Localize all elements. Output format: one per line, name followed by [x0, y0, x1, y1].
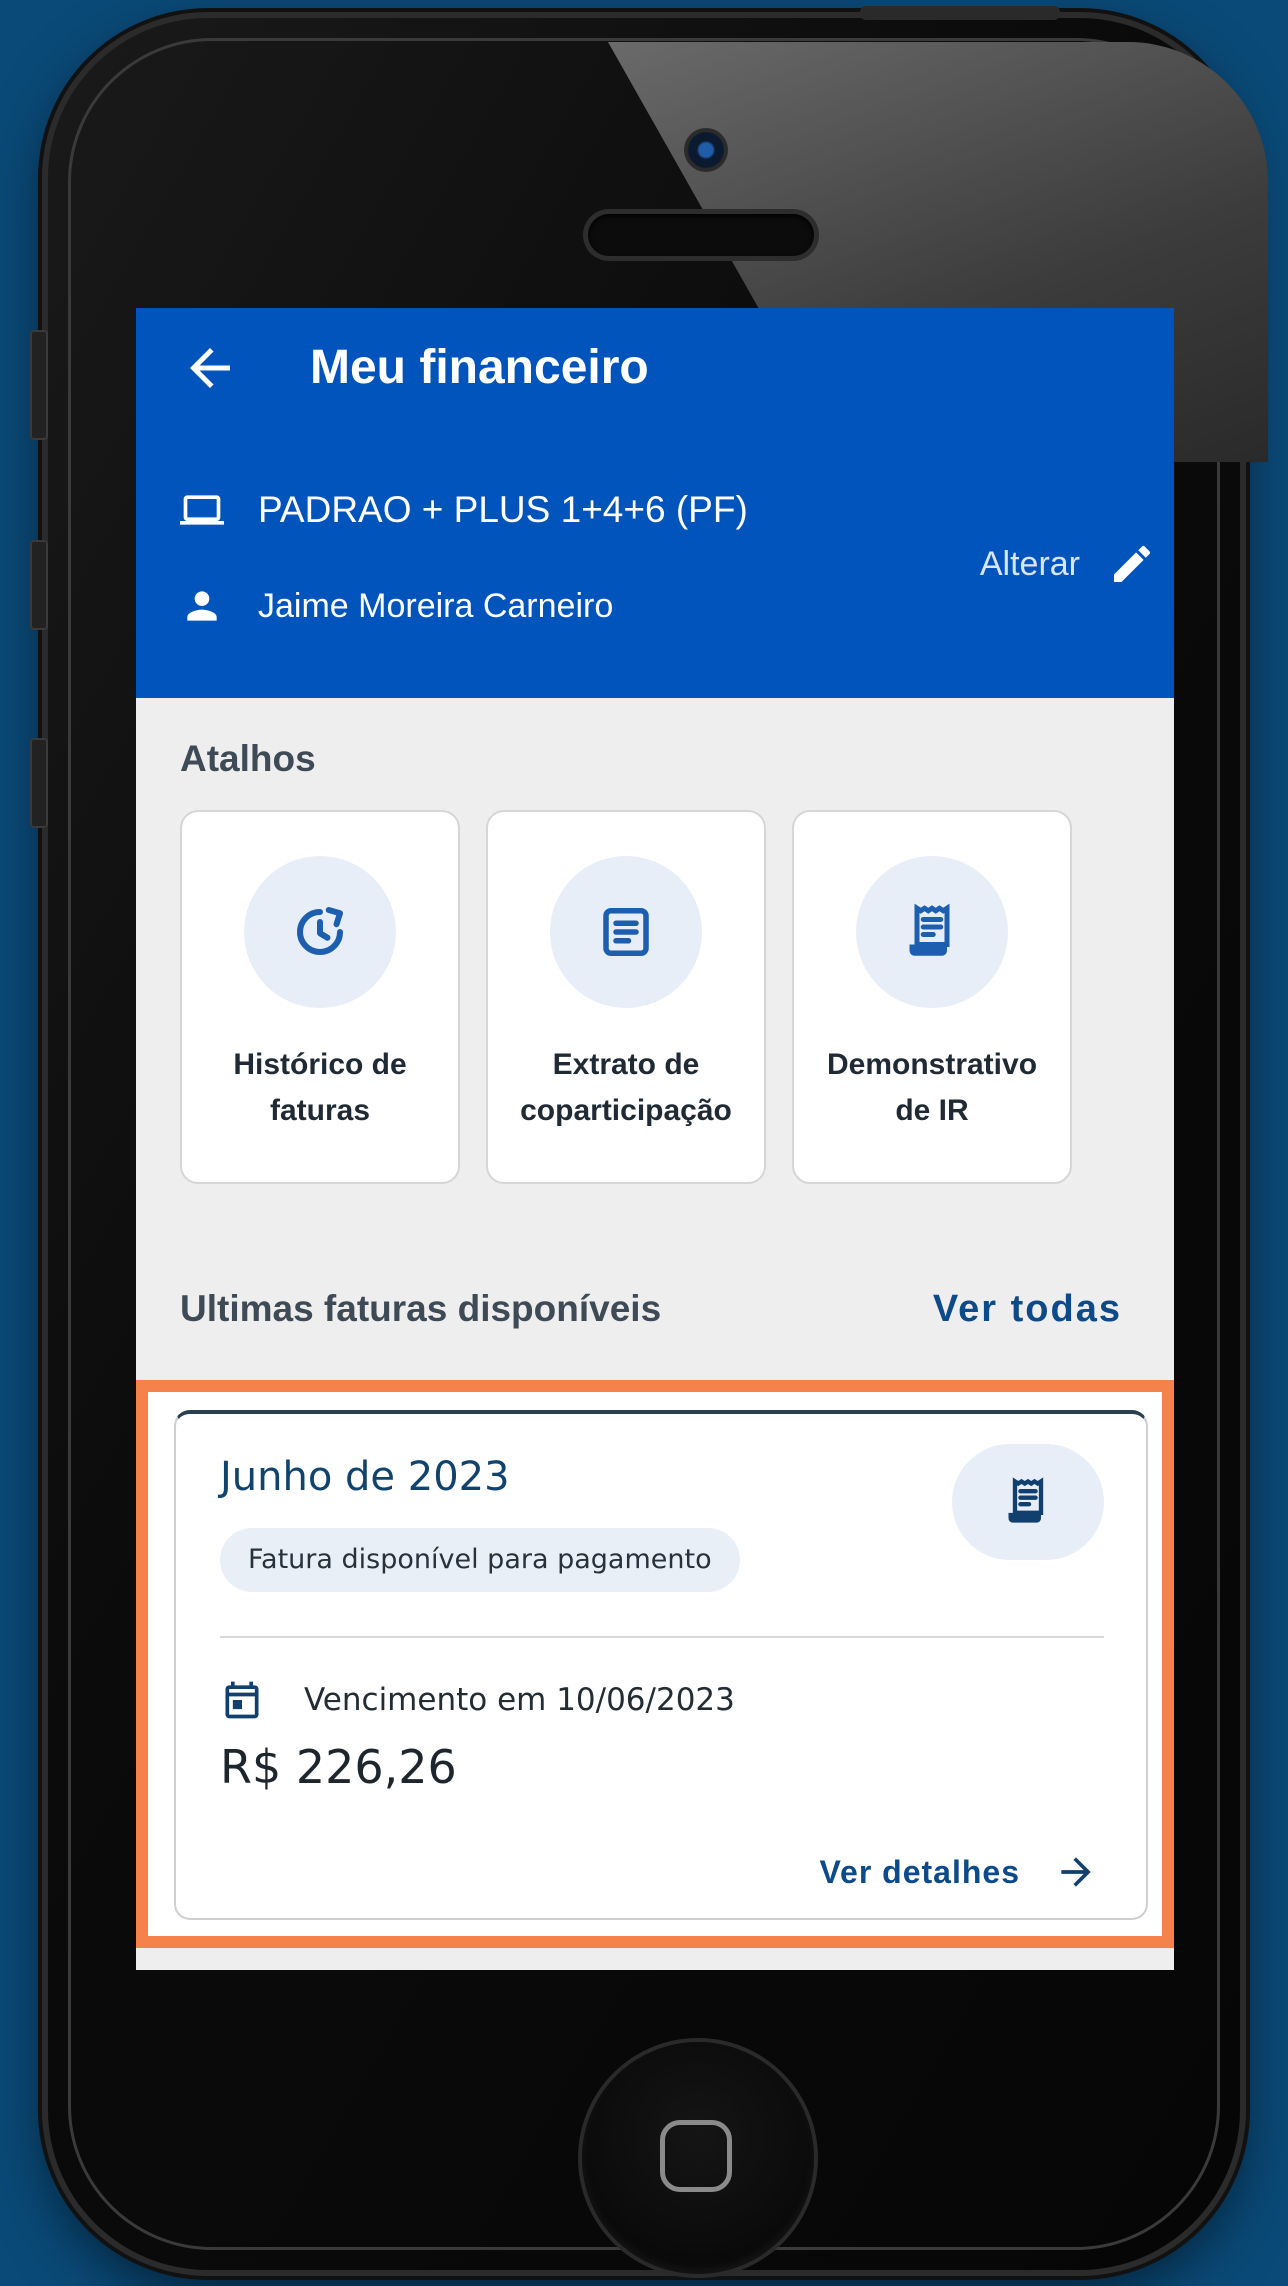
invoices-section-title: Ultimas faturas disponíveis [180, 1288, 662, 1329]
shortcut-label: Histórico de faturas [233, 1048, 407, 1127]
volume-down-button [30, 738, 48, 828]
arrow-right-icon [1061, 1857, 1091, 1887]
due-date-text: Vencimento em 10/06/2023 [304, 1682, 735, 1718]
invoice-icon-circle [952, 1444, 1104, 1560]
see-details-button[interactable]: Ver detalhes [819, 1850, 1098, 1894]
receipt-icon [909, 903, 950, 956]
app-screen: Meu financeiro PADRAO + PLUS 1+4+6 (PF) … [136, 308, 1174, 1970]
mute-switch [30, 330, 48, 440]
app-header: Meu financeiro PADRAO + PLUS 1+4+6 (PF) … [136, 308, 1174, 698]
plan-row: PADRAO + PLUS 1+4+6 (PF) [180, 488, 748, 532]
see-details-label: Ver detalhes [819, 1853, 1020, 1890]
shortcut-invoice-history[interactable]: Histórico de faturas [180, 810, 460, 1184]
home-button[interactable] [582, 2042, 814, 2274]
user-row: Jaime Moreira Carneiro [180, 584, 613, 628]
shortcut-coparticipation-statement[interactable]: Extrato de coparticipação [486, 810, 766, 1184]
shortcuts-title: Atalhos [180, 738, 316, 779]
volume-up-button [30, 540, 48, 630]
home-square-icon [660, 2120, 732, 2192]
invoice-card[interactable]: Junho de 2023 Fatura disponível para pag… [174, 1410, 1148, 1920]
shortcut-icon-circle [550, 856, 702, 1008]
divider [220, 1636, 1104, 1638]
due-date-row: Vencimento em 10/06/2023 [220, 1678, 735, 1722]
laptop-icon [180, 495, 224, 525]
highlight-box: Junho de 2023 Fatura disponível para pag… [136, 1380, 1174, 1948]
plan-name: PADRAO + PLUS 1+4+6 (PF) [258, 489, 748, 530]
shortcut-icon-circle [244, 856, 396, 1008]
invoice-amount: R$ 226,26 [220, 1740, 457, 1794]
invoice-month: Junho de 2023 [220, 1454, 510, 1500]
see-all-link[interactable]: Ver todas [933, 1288, 1122, 1331]
shortcut-label: Demonstrativo de IR [826, 1048, 1038, 1127]
change-label: Alterar [979, 544, 1080, 583]
receipt-icon [1008, 1477, 1044, 1523]
speaker-grille [588, 214, 814, 256]
shortcut-label: Extrato de coparticipação [520, 1048, 732, 1127]
status-badge: Fatura disponível para pagamento [220, 1528, 740, 1592]
pencil-icon [1114, 545, 1151, 582]
page-title: Meu financeiro [310, 341, 649, 394]
user-name: Jaime Moreira Carneiro [258, 586, 614, 625]
power-button [860, 6, 1060, 20]
change-button[interactable]: Alterar [980, 540, 1156, 588]
statement-icon [603, 908, 649, 956]
calendar-icon [225, 1681, 259, 1719]
shortcut-ir-statement[interactable]: Demonstrativo de IR [792, 810, 1072, 1184]
back-arrow-icon[interactable] [180, 338, 240, 398]
person-icon [187, 591, 217, 621]
shortcut-icon-circle [856, 856, 1008, 1008]
camera-icon [684, 128, 728, 172]
history-icon [297, 907, 343, 955]
